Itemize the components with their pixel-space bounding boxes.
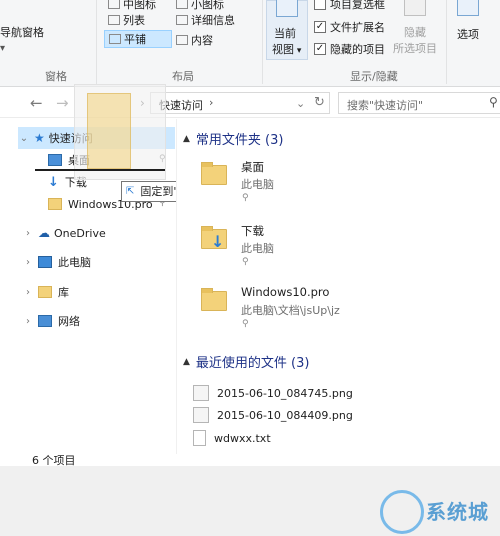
- chevron-right-icon[interactable]: ›: [22, 287, 34, 298]
- pin-icon: ⚲: [242, 319, 249, 329]
- collapse-triangle-icon: ▲: [183, 356, 190, 367]
- pane-group-label: 窗格: [45, 70, 67, 83]
- navigation-pane-button[interactable]: 导航窗格 ▾: [0, 24, 44, 54]
- image-file-icon: [193, 385, 209, 401]
- star-icon: ★: [34, 131, 45, 145]
- search-icon: ⚲: [489, 95, 498, 109]
- ribbon-separator: [262, 0, 263, 84]
- recent-file-row[interactable]: 2015-06-10_084409.png: [193, 406, 353, 424]
- chevron-right-icon[interactable]: ›: [22, 257, 34, 268]
- refresh-icon[interactable]: ↻: [314, 95, 325, 110]
- layout-tiles[interactable]: 平铺: [104, 30, 172, 48]
- hide-selected-button[interactable]: 隐藏 所选项目: [392, 0, 442, 60]
- nav-item-network[interactable]: › 网络: [18, 310, 175, 332]
- collapse-triangle-icon: ▲: [183, 133, 190, 144]
- folder-icon: [87, 93, 131, 169]
- frequent-folders-header[interactable]: ▲ 常用文件夹 (3): [183, 129, 283, 148]
- nav-item-onedrive[interactable]: › ☁ OneDrive: [18, 222, 175, 244]
- nav-item-libraries[interactable]: › 库: [18, 281, 175, 303]
- checkbox-checked: ✓: [314, 43, 326, 55]
- show-hide-group-label: 显示/隐藏: [350, 70, 398, 83]
- checkbox-checked: ✓: [314, 21, 326, 33]
- tile-desktop[interactable]: 桌面 此电脑 ⚲: [197, 157, 457, 211]
- ribbon-separator: [446, 0, 447, 84]
- forward-arrow-icon[interactable]: →: [56, 94, 69, 112]
- layout-medium-icons[interactable]: 中图标: [108, 0, 156, 12]
- recent-file-row[interactable]: 2015-06-10_084745.png: [193, 384, 353, 402]
- layout-details[interactable]: 详细信息: [176, 12, 235, 28]
- content-pane: ▲ 常用文件夹 (3) 桌面 此电脑 ⚲ ↓ 下载 此电脑 ⚲ Windows1…: [176, 119, 500, 454]
- navigation-pane-label: 导航窗格: [0, 26, 44, 39]
- nav-item-this-pc[interactable]: › 此电脑: [18, 251, 175, 273]
- dropdown-arrow-icon: ▾: [294, 46, 302, 56]
- pin-icon: ⚲: [242, 193, 249, 203]
- chevron-right-icon: ›: [209, 96, 214, 109]
- current-view-icon: [276, 0, 298, 17]
- content-icon: [176, 35, 188, 45]
- cloud-icon: ☁: [38, 226, 50, 240]
- text-file-icon: [193, 430, 206, 446]
- status-bar: 6 个项目: [18, 454, 500, 467]
- download-arrow-icon: ↓: [48, 174, 59, 190]
- checkbox: [314, 0, 326, 10]
- details-icon: [176, 15, 188, 25]
- recent-files-header[interactable]: ▲ 最近使用的文件 (3): [183, 352, 309, 371]
- library-icon: [38, 286, 52, 298]
- insertion-marker: [35, 169, 165, 171]
- download-arrow-icon: ↓: [211, 232, 225, 251]
- tile-windows10pro[interactable]: Windows10.pro 此电脑\文档\jsUp\jz ⚲: [197, 283, 497, 337]
- layout-list[interactable]: 列表: [108, 12, 145, 28]
- chevron-down-icon[interactable]: ⌄: [18, 133, 30, 144]
- file-extensions-toggle[interactable]: ✓ 文件扩展名: [314, 19, 385, 35]
- recent-file-row[interactable]: wdwxx.txt: [193, 429, 271, 447]
- hide-icon: [404, 0, 426, 16]
- watermark-ring-icon: [380, 490, 424, 534]
- layout-content[interactable]: 内容: [176, 32, 213, 48]
- folder-icon: [48, 198, 62, 210]
- ribbon-separator: [96, 0, 97, 84]
- tile-downloads[interactable]: ↓ 下载 此电脑 ⚲: [197, 221, 457, 275]
- chevron-right-icon[interactable]: ›: [22, 316, 34, 327]
- hidden-items-toggle[interactable]: ✓ 隐藏的项目: [314, 41, 385, 57]
- layout-group-label: 布局: [172, 70, 194, 83]
- folder-icon: [201, 162, 227, 185]
- folder-icon: [201, 288, 227, 311]
- options-button[interactable]: 选项: [452, 0, 492, 60]
- current-view-button[interactable]: 当前 视图 ▾: [266, 0, 308, 60]
- item-checkboxes-toggle[interactable]: 项目复选框: [314, 0, 385, 12]
- ribbon: 导航窗格 ▾ 窗格 中图标 小图标 列表 详细信息 平铺 内容 布局 当前 视图…: [0, 0, 500, 87]
- image-file-icon: [193, 407, 209, 423]
- chevron-right-icon[interactable]: ›: [22, 228, 34, 239]
- address-dropdown-icon[interactable]: ⌄: [296, 97, 305, 110]
- pane-dropdown-icon: ▾: [0, 43, 6, 54]
- back-arrow-icon[interactable]: ←: [30, 94, 43, 112]
- desktop-icon: [48, 154, 62, 166]
- medium-icons-icon: [108, 0, 120, 9]
- pin-icon: ⇱: [126, 185, 135, 197]
- layout-small-icons[interactable]: 小图标: [176, 0, 224, 12]
- computer-icon: [38, 256, 52, 268]
- small-icons-icon: [176, 0, 188, 9]
- search-box[interactable]: 搜索"快速访问" ⚲: [338, 92, 500, 114]
- drag-ghost-folder: [74, 84, 166, 180]
- pin-icon: ⚲: [242, 257, 249, 267]
- options-icon: [457, 0, 479, 16]
- list-icon: [108, 15, 120, 25]
- watermark-logo: 系统城: [380, 486, 500, 536]
- network-icon: [38, 315, 52, 327]
- tiles-icon: [109, 34, 121, 44]
